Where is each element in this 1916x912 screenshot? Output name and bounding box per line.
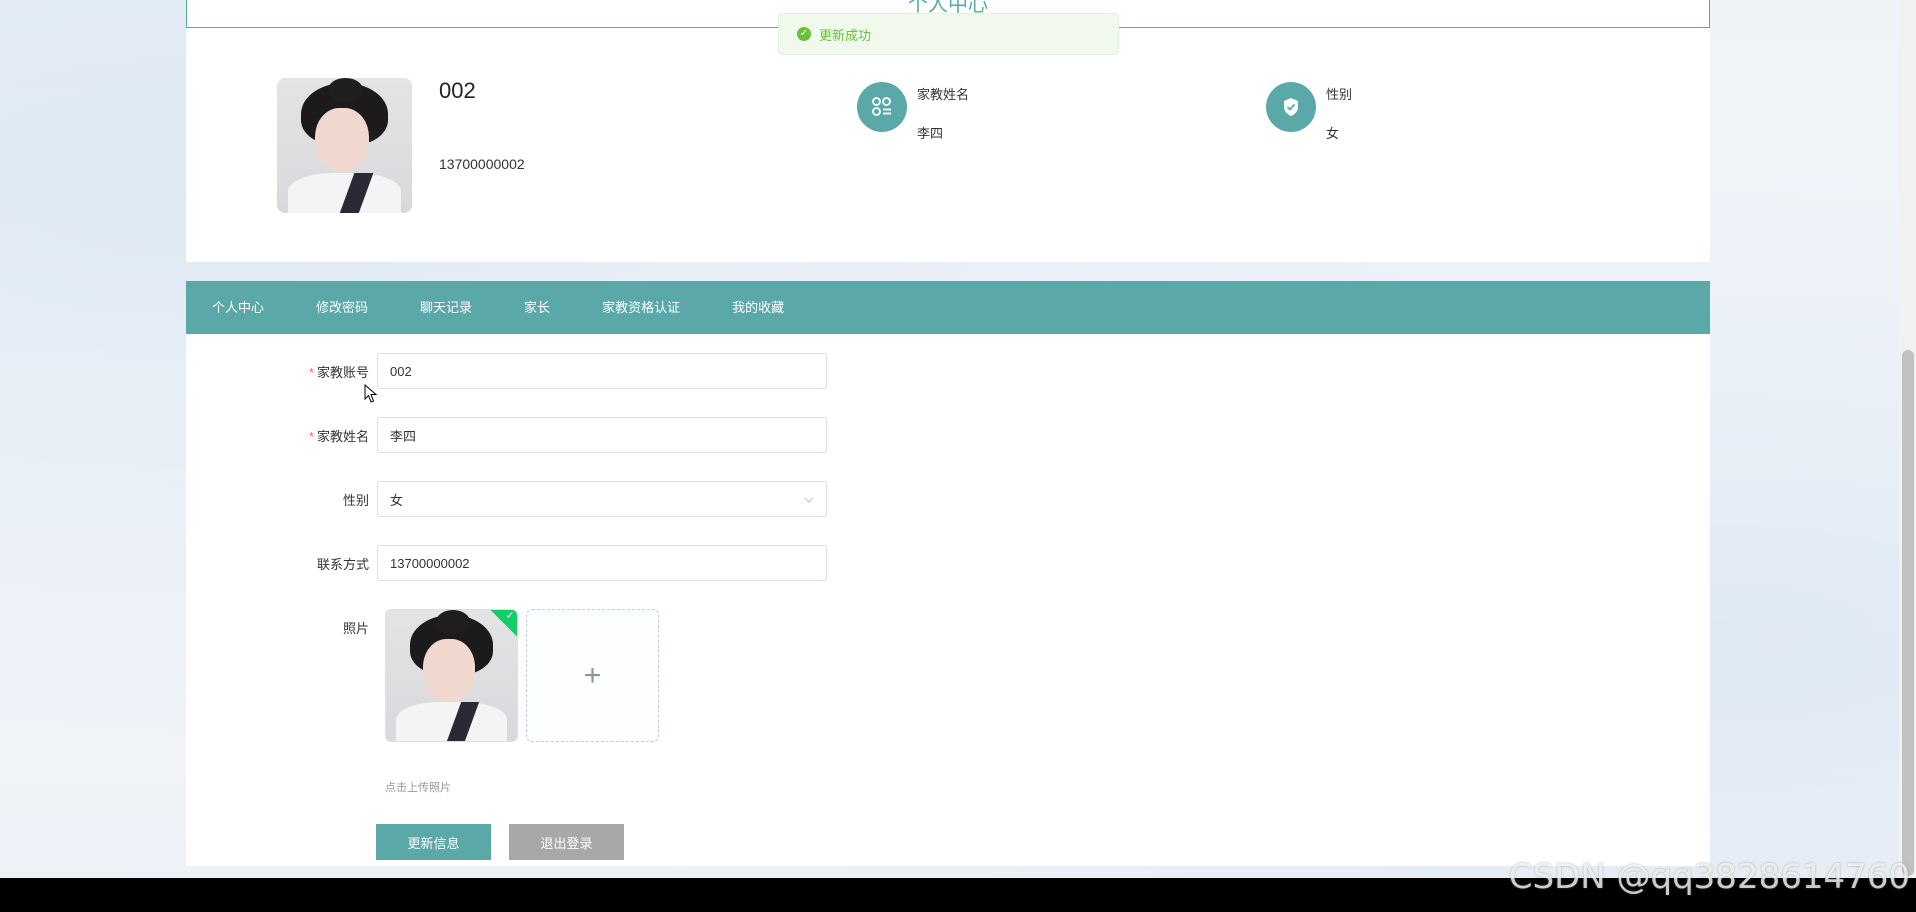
info-gender-label: 性别 (1326, 87, 1353, 102)
name-label: * 家教姓名 (308, 428, 369, 444)
tab-my-favorites[interactable]: 我的收藏 (706, 281, 810, 334)
scrollbar-thumb[interactable] (1902, 350, 1914, 876)
form-row-account: * 家教账号 (186, 353, 827, 389)
mouse-cursor-icon (364, 383, 378, 407)
watermark: CSDN @qq3828614760 (1508, 857, 1910, 897)
upload-add-button[interactable]: + (526, 609, 659, 742)
form-row-photo: 照片 (186, 618, 377, 637)
gender-select[interactable]: 女 (377, 481, 827, 517)
profile-card: 002 13700000002 家教姓名 李四 性别 女 (186, 28, 1710, 262)
grid-list-icon (857, 82, 907, 132)
name-input[interactable] (377, 417, 827, 453)
avatar (277, 78, 412, 213)
toast-message: 更新成功 (819, 27, 872, 43)
update-info-button[interactable]: 更新信息 (376, 824, 491, 860)
phone-label: 联系方式 (316, 556, 369, 572)
photo-label: 照片 (342, 621, 369, 636)
chevron-down-icon (804, 492, 814, 506)
shield-check-icon (1266, 82, 1316, 132)
tab-change-password[interactable]: 修改密码 (290, 281, 394, 334)
tab-chat-history[interactable]: 聊天记录 (394, 281, 498, 334)
success-toast: ✓ 更新成功 (778, 13, 1119, 55)
tab-bar: 个人中心 修改密码 聊天记录 家长 家教资格认证 我的收藏 (186, 281, 1710, 334)
info-name: 家教姓名 李四 (857, 82, 969, 142)
form-row-gender: 性别 女 (186, 481, 827, 517)
tab-tutor-certification[interactable]: 家教资格认证 (576, 281, 706, 334)
check-circle-icon: ✓ (797, 27, 811, 41)
logout-button[interactable]: 退出登录 (509, 824, 624, 860)
required-mark: * (308, 428, 314, 444)
gender-label: 性别 (342, 492, 369, 508)
form-row-name: * 家教姓名 (186, 417, 827, 453)
profile-phone: 13700000002 (439, 156, 525, 172)
upload-tip: 点击上传照片 (385, 782, 451, 794)
profile-form: *家教账号 *家教姓名 性别 女 联系方式 照片 ✓ (186, 334, 1710, 866)
tab-personal-center[interactable]: 个人中心 (186, 281, 290, 334)
required-mark: * (308, 364, 314, 380)
account-label: * 家教账号 (308, 364, 369, 380)
plus-icon: + (583, 658, 602, 692)
tab-parents[interactable]: 家长 (498, 281, 576, 334)
gender-selected-value: 女 (390, 492, 404, 508)
phone-input[interactable] (377, 545, 827, 581)
uploaded-photo[interactable]: ✓ (385, 609, 518, 742)
info-gender-value: 女 (1326, 126, 1340, 141)
info-name-value: 李四 (917, 126, 944, 141)
profile-account: 002 (439, 78, 476, 103)
account-input[interactable] (377, 353, 827, 389)
info-name-label: 家教姓名 (917, 87, 970, 102)
page-scrollbar[interactable] (1899, 0, 1916, 878)
form-row-phone: 联系方式 (186, 545, 827, 581)
info-gender: 性别 女 (1266, 82, 1352, 142)
